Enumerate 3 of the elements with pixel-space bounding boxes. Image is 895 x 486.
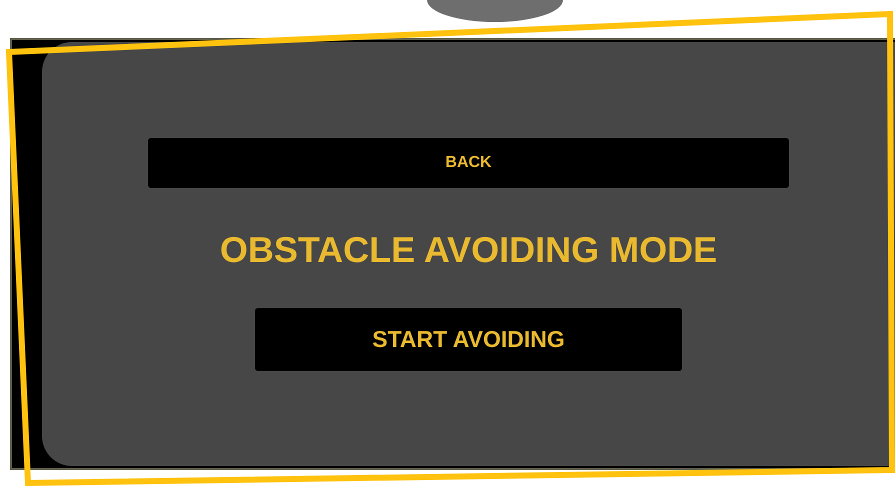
start-avoiding-button[interactable]: START AVOIDING [255, 308, 682, 371]
mode-title: OBSTACLE AVOIDING MODE [220, 228, 718, 272]
back-button[interactable]: BACK [148, 138, 789, 188]
